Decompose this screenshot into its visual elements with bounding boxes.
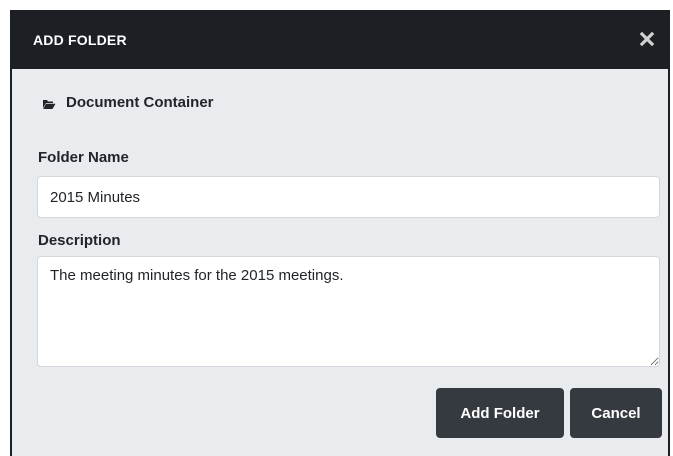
dialog-title: ADD FOLDER: [33, 32, 127, 48]
close-icon[interactable]: [636, 28, 658, 50]
folder-name-input[interactable]: [37, 176, 660, 218]
document-container-row: Document Container: [42, 94, 214, 111]
add-folder-dialog: ADD FOLDER Document Container Folder Nam…: [10, 10, 670, 456]
folder-open-icon: [42, 97, 56, 109]
description-label: Description: [38, 232, 121, 249]
folder-name-label: Folder Name: [38, 149, 129, 166]
add-folder-button[interactable]: Add Folder: [436, 388, 564, 438]
description-textarea[interactable]: The meeting minutes for the 2015 meeting…: [37, 256, 660, 367]
dialog-titlebar: ADD FOLDER: [12, 10, 668, 69]
cancel-button[interactable]: Cancel: [570, 388, 662, 438]
container-label: Document Container: [66, 94, 214, 111]
